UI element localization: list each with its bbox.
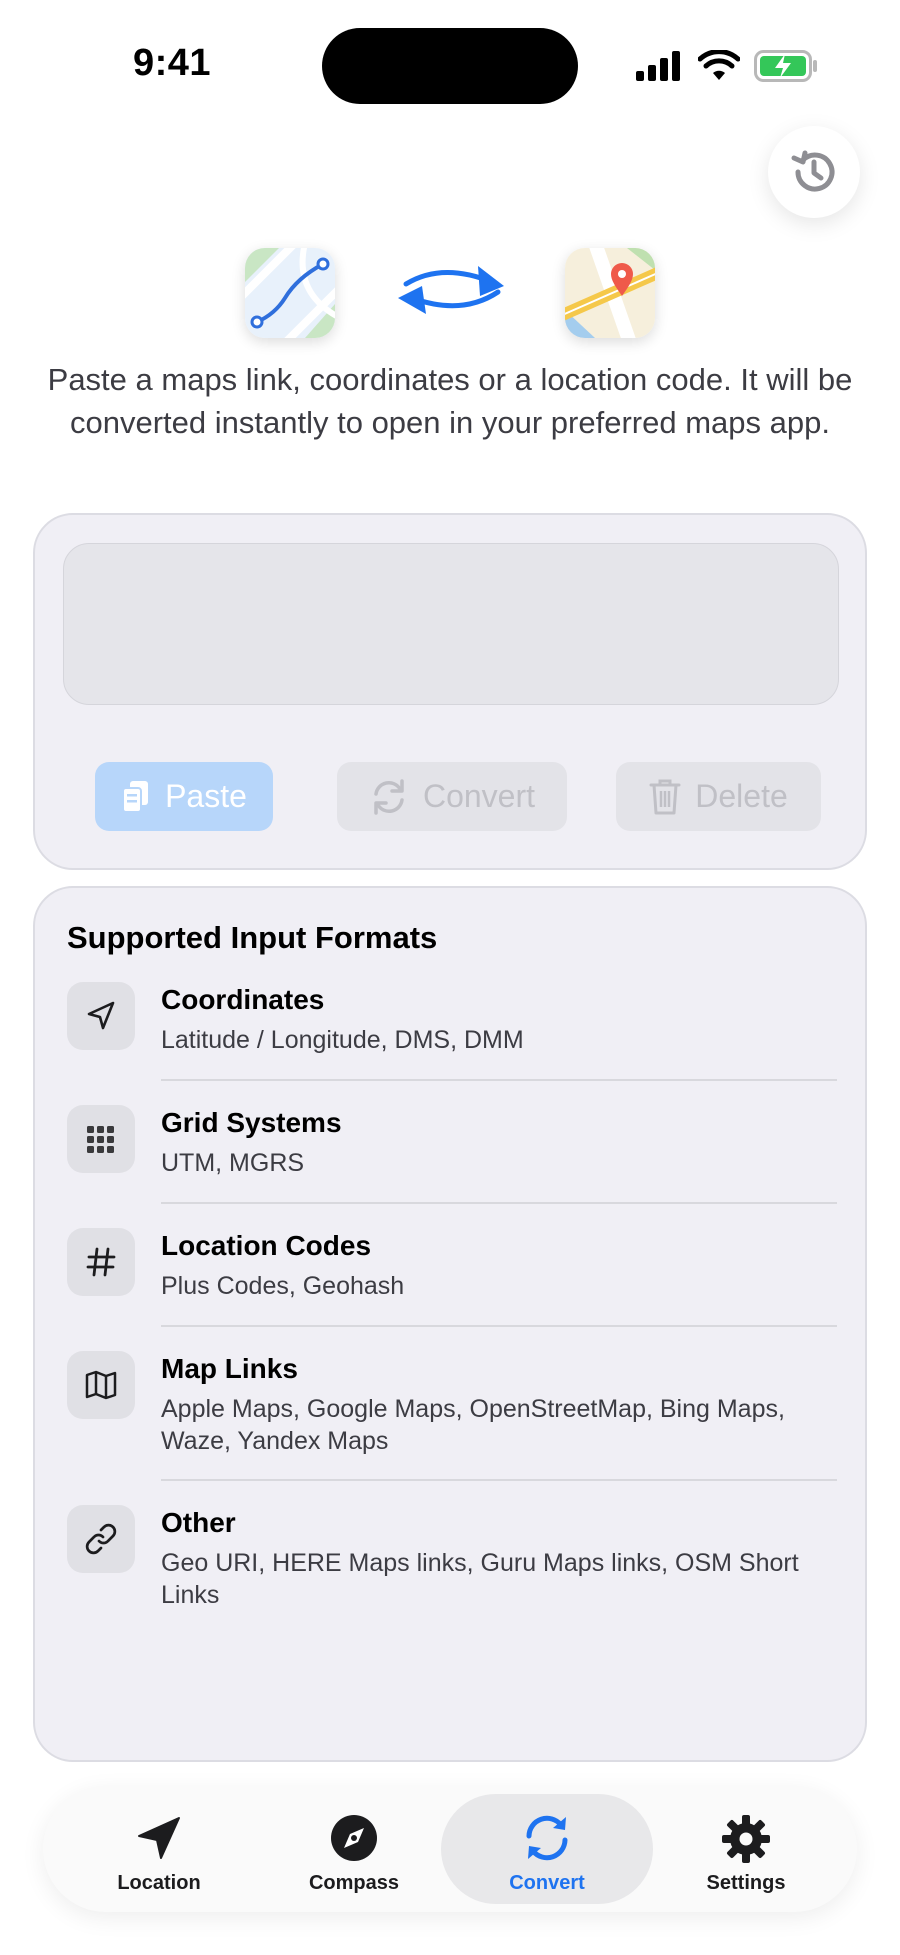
map-icon <box>67 1351 135 1419</box>
input-card: Paste Convert Delete <box>33 513 867 870</box>
tab-location[interactable]: Location <box>53 1794 265 1904</box>
history-button[interactable] <box>768 126 860 218</box>
convert-button[interactable]: Convert <box>337 762 567 831</box>
format-subtitle: Apple Maps, Google Maps, OpenStreetMap, … <box>161 1395 785 1455</box>
format-subtitle: UTM, MGRS <box>161 1149 305 1177</box>
tab-bar: Location Compass Convert Settings <box>43 1786 857 1912</box>
status-time: 9:41 <box>133 42 212 84</box>
apple-maps-app-icon <box>565 248 655 338</box>
hero-illustration <box>0 248 900 340</box>
compass-icon <box>331 1815 377 1861</box>
format-title: Other <box>161 1507 236 1538</box>
status-bar: 9:41 <box>0 0 900 130</box>
tab-label: Convert <box>509 1872 585 1894</box>
divider <box>161 1479 837 1481</box>
format-title: Location Codes <box>161 1230 372 1261</box>
grid-icon <box>67 1105 135 1173</box>
google-maps-app-icon <box>245 248 335 338</box>
link-input[interactable] <box>63 543 839 705</box>
delete-label: Delete <box>695 778 788 814</box>
gear-icon <box>722 1815 770 1863</box>
supported-formats-card: Supported Input Formats Coordinates Lati… <box>33 886 867 1762</box>
format-subtitle: Plus Codes, Geohash <box>161 1272 405 1300</box>
divider <box>161 1325 837 1327</box>
trash-icon <box>649 779 681 814</box>
convert-label: Convert <box>422 778 536 814</box>
status-icons <box>636 46 818 86</box>
format-item-grid-systems: Grid Systems UTM, MGRS <box>67 1105 837 1185</box>
tab-settings[interactable]: Settings <box>640 1794 852 1904</box>
format-title: Coordinates <box>161 984 325 1015</box>
location-arrow-icon <box>138 1817 180 1859</box>
format-subtitle: Latitude / Longitude, DMS, DMM <box>161 1026 524 1054</box>
cellular-signal-icon <box>636 51 680 81</box>
divider <box>161 1079 837 1081</box>
tab-label: Compass <box>308 1872 400 1894</box>
refresh-icon <box>374 778 404 815</box>
format-item-other: Other Geo URI, HERE Maps links, Guru Map… <box>67 1505 837 1615</box>
tab-convert[interactable]: Convert <box>441 1794 653 1904</box>
history-icon <box>791 150 835 192</box>
intro-text: Paste a maps link, coordinates or a loca… <box>47 362 853 440</box>
format-item-map-links: Map Links Apple Maps, Google Maps, OpenS… <box>67 1351 837 1461</box>
wifi-icon <box>698 50 740 80</box>
format-subtitle: Geo URI, HERE Maps links, Guru Maps link… <box>161 1549 799 1609</box>
tab-compass[interactable]: Compass <box>248 1794 460 1904</box>
paste-button[interactable]: Paste <box>95 762 273 831</box>
clipboard-icon <box>122 780 149 813</box>
paste-label: Paste <box>165 778 247 814</box>
hashtag-icon <box>67 1228 135 1296</box>
swap-arrows-icon <box>398 266 504 314</box>
format-item-location-codes: Location Codes Plus Codes, Geohash <box>67 1228 837 1308</box>
format-item-coordinates: Coordinates Latitude / Longitude, DMS, D… <box>67 982 837 1062</box>
tab-label: Settings <box>706 1872 786 1894</box>
format-title: Map Links <box>161 1353 298 1384</box>
convert-icon <box>526 1815 568 1861</box>
battery-charging-icon <box>754 50 817 82</box>
tab-label: Location <box>117 1872 201 1894</box>
delete-button[interactable]: Delete <box>616 762 821 831</box>
formats-title: Supported Input Formats <box>67 920 438 955</box>
dynamic-island <box>322 28 578 104</box>
format-title: Grid Systems <box>161 1107 342 1138</box>
divider <box>161 1202 837 1204</box>
link-icon <box>67 1505 135 1573</box>
location-arrow-icon <box>67 982 135 1050</box>
